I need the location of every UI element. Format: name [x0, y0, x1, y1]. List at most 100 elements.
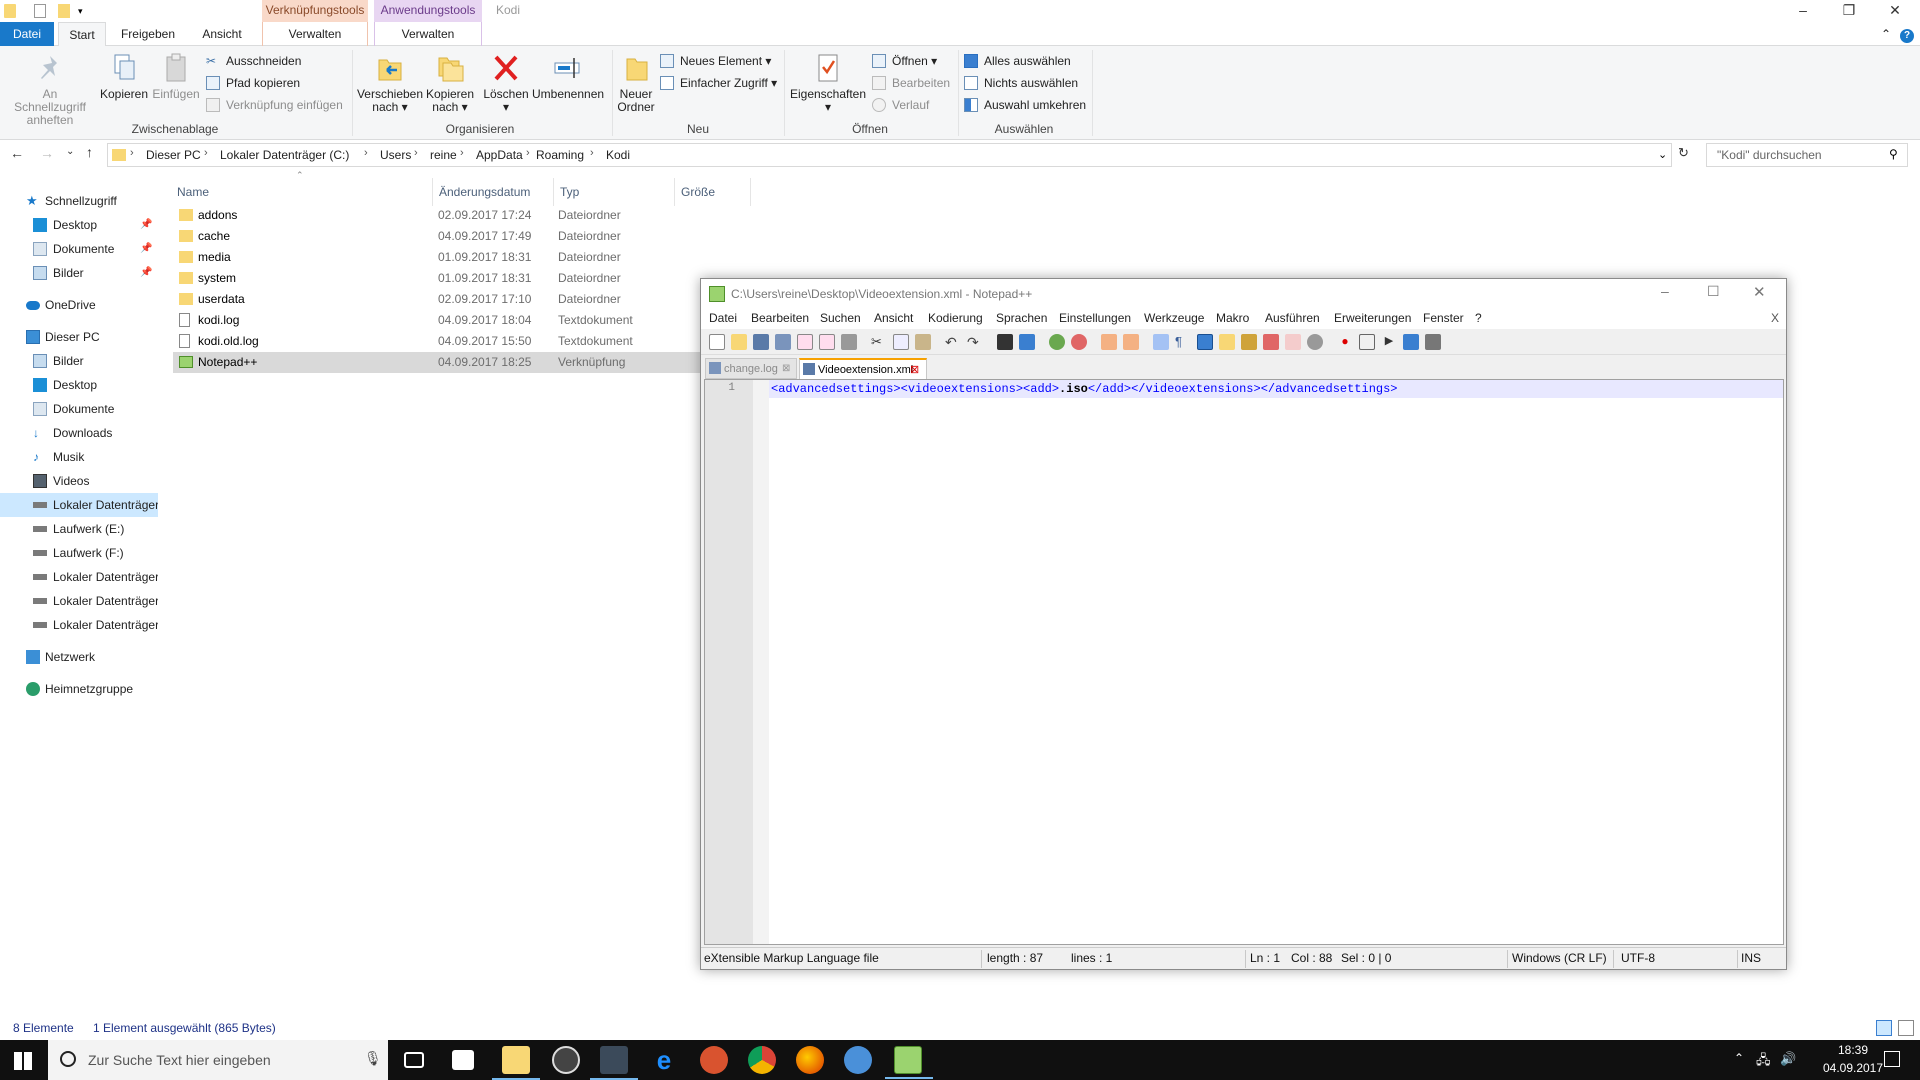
nav-pc-laufwerk-c[interactable]: Lokaler Datenträger	[0, 493, 158, 517]
nav-quick-desktop[interactable]: Desktop 📌	[0, 213, 158, 237]
status-eol[interactable]: Windows (CR LF)	[1512, 951, 1607, 965]
network-tray-icon[interactable]: 🖧	[1756, 1051, 1771, 1073]
word-wrap-icon[interactable]	[1153, 334, 1169, 350]
copy-icon[interactable]	[893, 334, 909, 350]
select-all-button[interactable]: Alles auswählen	[964, 52, 1071, 70]
notepad-minimize-button[interactable]: –	[1661, 283, 1669, 299]
properties-icon[interactable]	[34, 4, 46, 18]
undo-icon[interactable]: ↶	[945, 334, 961, 350]
app-icon[interactable]	[552, 1046, 580, 1074]
indent-guide-icon[interactable]	[1197, 334, 1213, 350]
file-row[interactable]: userdata 02.09.2017 17:10 Dateiordner	[173, 289, 703, 310]
menu-werkzeuge[interactable]: Werkzeuge	[1144, 311, 1204, 325]
column-header-date[interactable]: Änderungsdatum	[433, 178, 554, 206]
status-mode[interactable]: INS	[1741, 951, 1761, 965]
redo-icon[interactable]: ↷	[967, 334, 983, 350]
nav-pc-laufwerk-f[interactable]: Laufwerk (F:)	[0, 541, 158, 565]
nav-dieser-pc[interactable]: Dieser PC	[0, 325, 158, 349]
stop-macro-icon[interactable]	[1359, 334, 1375, 350]
menu-makro[interactable]: Makro	[1216, 311, 1249, 325]
collapse-ribbon-icon[interactable]: ⌃	[1876, 22, 1896, 46]
minimize-button[interactable]: –	[1780, 0, 1826, 22]
firefox-icon[interactable]	[796, 1046, 824, 1074]
notepad-maximize-button[interactable]: ☐	[1707, 283, 1720, 300]
record-macro-icon[interactable]: ●	[1337, 334, 1353, 350]
refresh-icon[interactable]: ↻	[1678, 145, 1689, 161]
tab-verwalten-anwendung[interactable]: Verwalten	[374, 22, 482, 46]
menu-close-document[interactable]: X	[1771, 311, 1779, 325]
notepad-close-button[interactable]: ✕	[1753, 283, 1766, 301]
cut-icon[interactable]: ✂	[871, 334, 887, 350]
windows-start-icon[interactable]	[14, 1052, 32, 1070]
menu-sprachen[interactable]: Sprachen	[996, 311, 1047, 325]
udl-icon[interactable]	[1219, 334, 1235, 350]
sync-horizontal-icon[interactable]	[1123, 334, 1139, 350]
file-row[interactable]: media 01.09.2017 18:31 Dateiordner	[173, 247, 703, 268]
address-dropdown-icon[interactable]: ⌄	[1658, 148, 1667, 161]
breadcrumb-users[interactable]: Users	[380, 148, 411, 162]
menu-ansicht[interactable]: Ansicht	[874, 311, 913, 325]
app-icon[interactable]	[700, 1046, 728, 1074]
close-button[interactable]: ✕	[1872, 0, 1918, 22]
help-icon[interactable]: ?	[1898, 22, 1916, 46]
breadcrumb-laufwerk-c[interactable]: Lokaler Datenträger (C:)	[220, 148, 349, 162]
nav-heimnetzgruppe[interactable]: Heimnetzgruppe	[0, 677, 158, 701]
save-all-icon[interactable]	[775, 334, 791, 350]
play-macro-icon[interactable]: ▶	[1381, 334, 1397, 350]
menu-ausfuehren[interactable]: Ausführen	[1265, 311, 1320, 325]
close-all-icon[interactable]	[819, 334, 835, 350]
nav-pc-laufwerk-3[interactable]: Lokaler Datenträger	[0, 589, 158, 613]
menu-kodierung[interactable]: Kodierung	[928, 311, 983, 325]
close-file-icon[interactable]	[797, 334, 813, 350]
column-header-name[interactable]: Name	[171, 178, 433, 206]
tab-verwalten-verknuepfung[interactable]: Verwalten	[262, 22, 368, 46]
nav-pc-laufwerk-e[interactable]: Laufwerk (E:)	[0, 517, 158, 541]
notepad-plus-plus-icon[interactable]	[885, 1046, 933, 1079]
breadcrumb-reine[interactable]: reine	[430, 148, 457, 162]
paste-icon[interactable]	[915, 334, 931, 350]
menu-fenster[interactable]: Fenster	[1423, 311, 1464, 325]
menu-einstellungen[interactable]: Einstellungen	[1059, 311, 1131, 325]
properties-button[interactable]: Eigenschaften ▾	[788, 52, 868, 114]
nav-pc-dokumente[interactable]: Dokumente	[0, 397, 158, 421]
history-button[interactable]: Verlauf	[872, 96, 929, 114]
column-header-size[interactable]: Größe	[675, 178, 751, 206]
tab-videoextension-xml[interactable]: Videoextension.xml ⊠	[799, 358, 927, 379]
show-all-chars-icon[interactable]: ¶	[1175, 334, 1191, 350]
menu-erweiterungen[interactable]: Erweiterungen	[1334, 311, 1411, 325]
app-icon[interactable]	[844, 1046, 872, 1074]
move-to-button[interactable]: Verschieben nach ▾	[356, 52, 424, 114]
file-row[interactable]: cache 04.09.2017 17:49 Dateiordner	[173, 226, 703, 247]
file-row[interactable]: kodi.old.log 04.09.2017 15:50 Textdokument	[173, 331, 703, 352]
breadcrumb-appdata[interactable]: AppData	[476, 148, 523, 162]
function-list-icon[interactable]	[1263, 334, 1279, 350]
run-macro-multiple-icon[interactable]	[1403, 334, 1419, 350]
microphone-icon[interactable]: 🎙	[364, 1050, 382, 1067]
maximize-button[interactable]: ❐	[1826, 0, 1872, 22]
volume-icon[interactable]: 🔊	[1780, 1051, 1796, 1067]
sync-vertical-icon[interactable]	[1101, 334, 1117, 350]
monitoring-icon[interactable]	[1307, 334, 1323, 350]
edit-button[interactable]: Bearbeiten	[872, 74, 950, 92]
file-explorer-icon[interactable]	[492, 1046, 540, 1080]
menu-bearbeiten[interactable]: Bearbeiten	[751, 311, 809, 325]
tab-start[interactable]: Start	[58, 22, 106, 46]
paste-button[interactable]: Einfügen	[150, 52, 202, 101]
open-button[interactable]: Öffnen ▾	[872, 52, 937, 70]
zoom-out-icon[interactable]	[1071, 334, 1087, 350]
large-icons-view-icon[interactable]	[1898, 1020, 1914, 1036]
nav-quick-bilder[interactable]: Bilder 📌	[0, 261, 158, 285]
tab-ansicht[interactable]: Ansicht	[192, 22, 252, 46]
delete-button[interactable]: Löschen ▾	[480, 52, 532, 114]
code-editor[interactable]: 1 <advancedsettings><videoextensions><ad…	[704, 379, 1784, 945]
file-row[interactable]: kodi.log 04.09.2017 18:04 Textdokument	[173, 310, 703, 331]
nav-pc-laufwerk-2[interactable]: Lokaler Datenträger	[0, 565, 158, 589]
tab-change-log[interactable]: change.log ⊠	[705, 358, 797, 379]
nav-pc-bilder[interactable]: Bilder	[0, 349, 158, 373]
status-encoding[interactable]: UTF-8	[1621, 951, 1655, 965]
breadcrumb-dieser-pc[interactable]: Dieser PC	[146, 148, 201, 162]
nav-pc-downloads[interactable]: ↓ Downloads	[0, 421, 158, 445]
breadcrumb-roaming[interactable]: Roaming	[536, 148, 584, 162]
tab-datei[interactable]: Datei	[0, 22, 54, 46]
menu-suchen[interactable]: Suchen	[820, 311, 861, 325]
